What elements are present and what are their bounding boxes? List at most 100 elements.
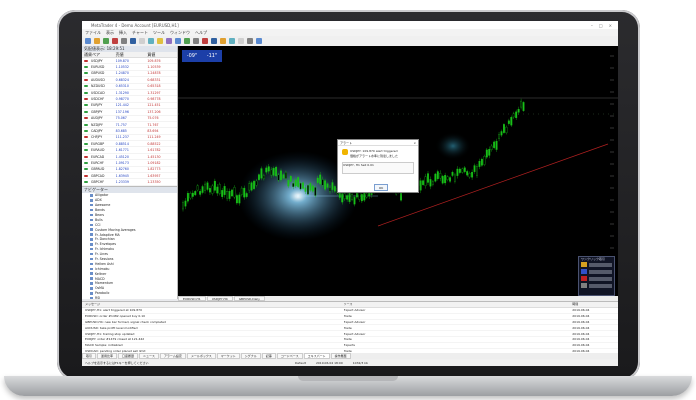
candle (182, 202, 184, 210)
bid-price: 111.237 (115, 135, 129, 140)
toolbar-icon[interactable] (112, 38, 118, 44)
menu-tools[interactable]: ツール (153, 30, 165, 36)
bid-price: 1.23339 (115, 180, 129, 185)
toolbar-icon[interactable] (148, 38, 154, 44)
one-click-row[interactable] (579, 282, 614, 289)
one-click-row[interactable] (579, 275, 614, 282)
trend-dot-icon (84, 117, 88, 120)
toolbar-icon[interactable] (157, 38, 163, 44)
trend-dot-icon (84, 129, 88, 132)
toolbar-icon[interactable] (85, 38, 91, 44)
candle (510, 117, 513, 126)
symbol-name: CADJPY (91, 128, 103, 133)
candle (522, 102, 525, 111)
terminal-time: 2019.06.04 (572, 325, 590, 330)
candle (284, 171, 287, 179)
alert-list[interactable]: USDJPY, H1 Sell 0.01 (342, 162, 414, 174)
trend-dot-icon (84, 66, 88, 69)
toolbar-icon[interactable] (94, 38, 100, 44)
toolbar-icon[interactable] (193, 38, 199, 44)
status-traffic: 1032/3 kb (352, 360, 368, 365)
menu-file[interactable]: ファイル (85, 30, 101, 36)
candle (270, 169, 273, 176)
minimize-icon[interactable]: – (591, 23, 593, 28)
ok-button[interactable]: OK (374, 184, 388, 191)
bid-price: 1.31290 (115, 90, 129, 95)
bid-price: 0.88514 (115, 141, 129, 146)
navigator-item-label: RSI (95, 296, 101, 301)
navigator-item-label: Bulls (95, 217, 103, 222)
indicator-icon (90, 203, 93, 207)
menu-chart[interactable]: チャート (132, 30, 148, 36)
laptop-notch (298, 376, 398, 381)
trend-dot-icon (84, 98, 88, 101)
candle (314, 187, 317, 196)
candle (292, 183, 295, 187)
one-click-panel[interactable]: ワンクリック取引 (578, 256, 615, 296)
ask-price: 1.61782 (147, 148, 161, 153)
indicator-icon (90, 252, 93, 256)
col-symbol[interactable]: 通貨ペア (82, 52, 114, 57)
candle (483, 156, 486, 165)
toolbar-icon[interactable] (229, 38, 235, 44)
one-click-row[interactable] (579, 268, 614, 275)
menu-window[interactable]: ウィンドウ (170, 30, 190, 36)
menu-insert[interactable]: 挿入 (119, 30, 127, 36)
candle (275, 166, 278, 177)
col-message[interactable]: メッセージ (82, 302, 344, 307)
candle (360, 194, 363, 202)
maximize-icon[interactable]: □ (599, 23, 603, 28)
trend-dot-icon (84, 123, 88, 126)
col-source[interactable]: ソース (344, 302, 573, 307)
terminal-panel: メッセージ ソース 時間 USDJPY,H1: alert triggered … (82, 301, 618, 366)
trend-dot-icon (84, 181, 88, 184)
toolbar-icon[interactable] (130, 38, 136, 44)
close-icon[interactable]: × (413, 141, 416, 145)
trend-dot-icon (84, 72, 88, 75)
candle (502, 124, 505, 133)
candle (353, 197, 356, 205)
menu-view[interactable]: 表示 (106, 30, 114, 36)
toolbar-icon[interactable] (256, 38, 262, 44)
toolbar-icon[interactable] (220, 38, 226, 44)
candle (498, 134, 501, 139)
col-time[interactable]: 時間 (572, 302, 618, 307)
toolbar-icon[interactable] (139, 38, 145, 44)
candle (471, 172, 474, 178)
toolbar-icon[interactable] (211, 38, 217, 44)
candle (329, 187, 331, 192)
one-click-row[interactable] (579, 261, 614, 268)
candle (351, 194, 354, 200)
toolbar-icon[interactable] (121, 38, 127, 44)
indicator-icon (90, 238, 93, 241)
toolbar-icon[interactable] (247, 38, 253, 44)
candle (248, 183, 251, 191)
close-icon[interactable]: × (609, 23, 612, 28)
candle (228, 191, 231, 199)
col-ask[interactable]: 買値 (145, 52, 177, 57)
toolbar-icon[interactable] (175, 38, 181, 44)
toolbar-icon[interactable] (202, 38, 208, 44)
bid-price: 0.98770 (115, 97, 129, 102)
bid-price: 109.870 (115, 58, 129, 63)
col-bid[interactable]: 売値 (114, 52, 146, 57)
toolbar-icon[interactable] (103, 38, 109, 44)
candle (324, 180, 327, 190)
lens-flare (435, 132, 471, 160)
price-badge[interactable]: -09" -11" (182, 50, 222, 62)
menu-help[interactable]: ヘルプ (195, 30, 207, 36)
candle (463, 167, 466, 172)
candle (204, 183, 207, 191)
bid-price: 1.45120 (115, 154, 129, 159)
candle (400, 193, 403, 201)
terminal-time: 2019.06.04 (572, 343, 590, 348)
toolbar-icon[interactable] (184, 38, 190, 44)
candle (331, 182, 334, 190)
trend-dot-icon (84, 174, 88, 177)
terminal-source: Trade (343, 337, 352, 342)
ask-price: 111.249 (147, 135, 161, 140)
status-help: ヘルプを表示するにはF1キーを押してください (85, 360, 149, 365)
toolbar-icon[interactable] (166, 38, 172, 44)
toolbar-icon[interactable] (238, 38, 244, 44)
trend-dot-icon (84, 59, 88, 62)
